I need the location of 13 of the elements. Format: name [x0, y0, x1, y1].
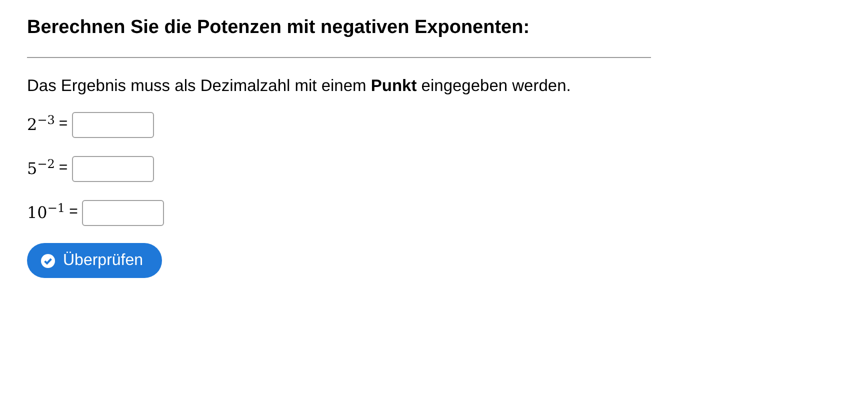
equals-sign: = [69, 202, 78, 222]
equals-sign: = [58, 158, 68, 178]
answer-field[interactable] [72, 156, 154, 182]
page-title: Berechnen Sie die Potenzen mit negativen Exponenten: [27, 16, 531, 40]
power-expression: 2$^{−3}$ [27, 112, 55, 136]
power-expression: 10$^{−1}$ [27, 200, 66, 224]
check-button[interactable]: Überprüfen [27, 243, 162, 278]
instruction-text: Das Ergebnis muss als Dezimalzahl mit einem Punkt eingegeben werden. [27, 76, 572, 97]
answer-field[interactable] [82, 200, 164, 226]
answer-field[interactable] [72, 112, 154, 138]
power-expression: 5$^{−2}$ [27, 156, 55, 180]
equals-sign: = [58, 114, 68, 134]
check-circle-icon [41, 254, 55, 268]
